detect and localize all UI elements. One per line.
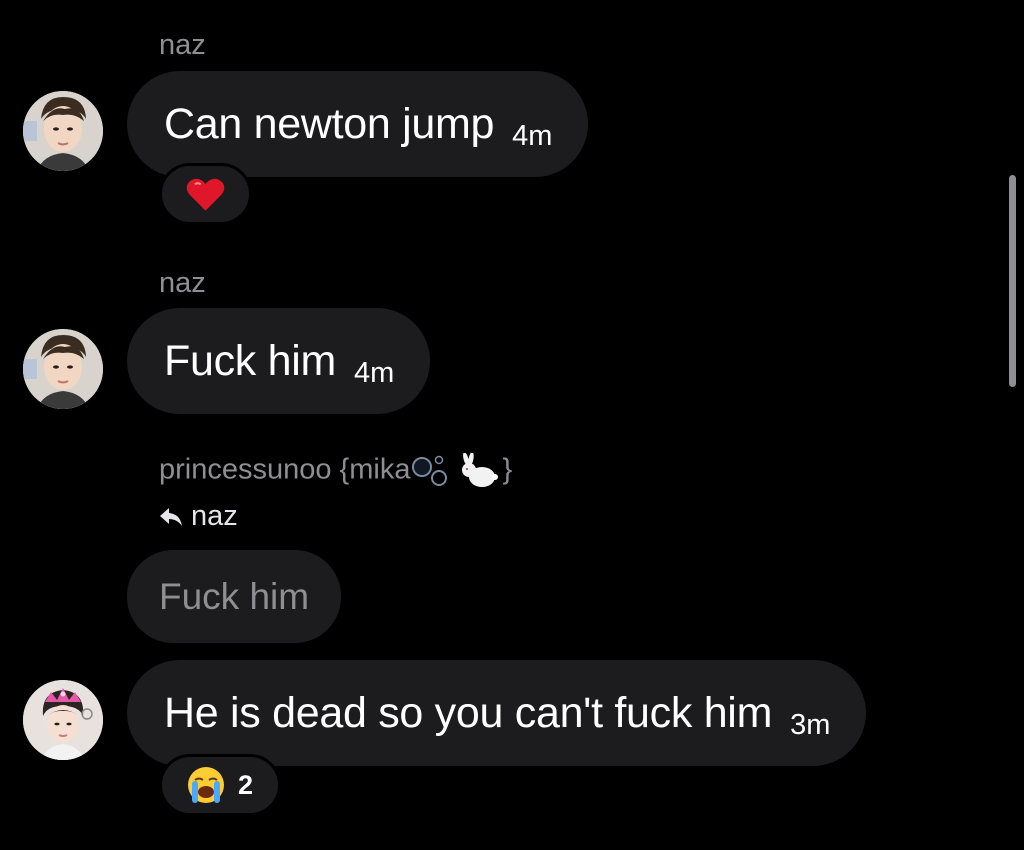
sender-name: princessunoo {mika } — [159, 453, 512, 489]
reply-to-name: naz — [191, 500, 238, 532]
message-time: 4m — [512, 119, 553, 152]
reaction-count: 2 — [238, 769, 254, 800]
avatar[interactable] — [23, 91, 103, 171]
message-bubble[interactable]: Fuck him 4m — [127, 308, 431, 414]
reaction-badge[interactable]: 2 — [159, 754, 281, 816]
heart-icon — [186, 178, 225, 211]
quoted-text: Fuck him — [159, 575, 310, 617]
sender-name-text: princessunoo {mika — [159, 453, 411, 486]
message-time: 4m — [354, 356, 395, 389]
message-text: Fuck him — [164, 336, 337, 385]
reply-indicator[interactable]: naz — [159, 500, 238, 533]
sender-name: naz — [159, 267, 206, 299]
message-bubble[interactable]: Can newton jump 4m — [127, 71, 589, 177]
message-text: Can newton jump — [164, 99, 495, 148]
avatar-photo-icon — [23, 91, 103, 171]
avatar-photo-icon — [23, 329, 103, 409]
avatar-photo-icon — [23, 680, 103, 760]
avatar[interactable] — [23, 680, 103, 760]
message-text: He is dead so you can't fuck him — [164, 688, 773, 737]
reaction-badge[interactable] — [159, 163, 252, 225]
message-bubble[interactable]: He is dead so you can't fuck him 3m — [127, 660, 867, 766]
avatar[interactable] — [23, 329, 103, 409]
sender-name-suffix: } — [502, 453, 513, 486]
message-time: 3m — [790, 708, 831, 741]
rabbit-icon — [458, 453, 502, 489]
quoted-message[interactable]: Fuck him — [127, 550, 342, 643]
loudly-crying-face-icon — [188, 767, 224, 803]
chat-thread: naz Can newton jump 4m naz Fuck him 4m p… — [0, 0, 1024, 850]
bubbles-icon — [410, 454, 450, 488]
sender-name: naz — [159, 29, 206, 61]
reply-arrow-icon — [160, 507, 182, 526]
scrollbar[interactable] — [1009, 175, 1016, 387]
